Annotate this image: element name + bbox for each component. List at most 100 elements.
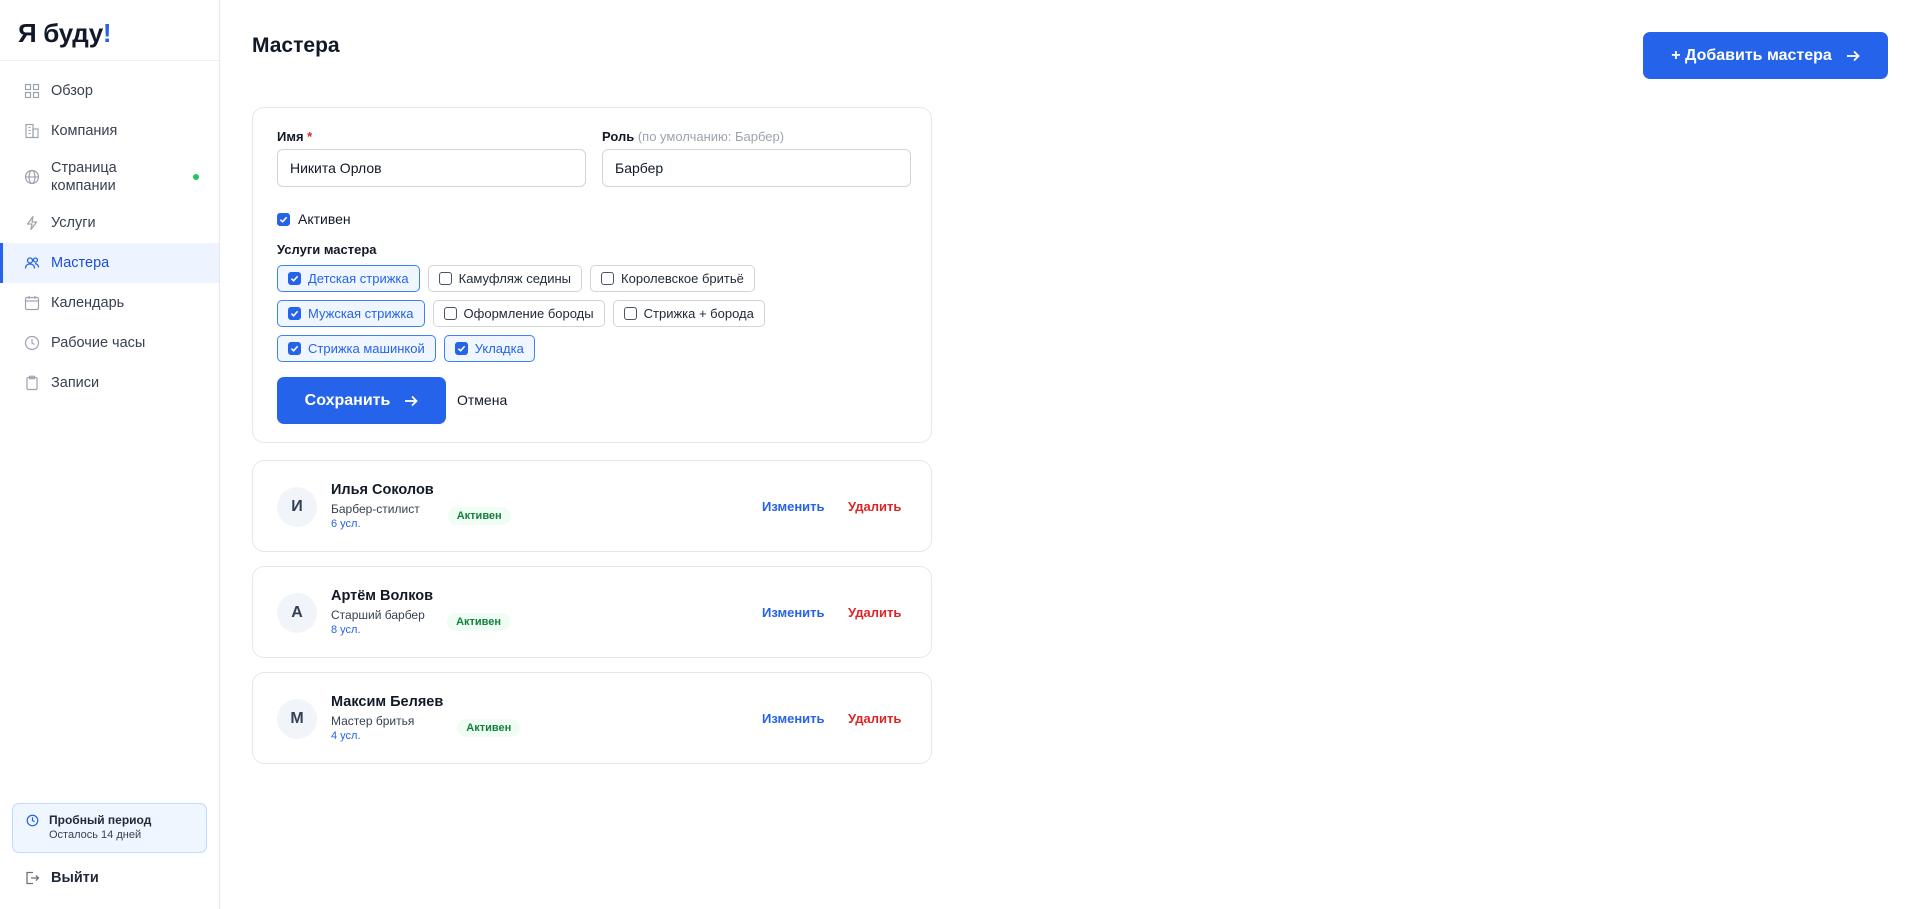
grid-icon <box>24 83 40 99</box>
add-master-button[interactable]: + Добавить мастера <box>1643 32 1888 79</box>
service-chip[interactable]: Мужская стрижка <box>277 300 425 327</box>
arrow-right-icon <box>404 394 419 408</box>
avatar: И <box>277 487 317 527</box>
sidebar-item-bookings[interactable]: Записи <box>0 363 219 403</box>
master-role: Барбер-стилист <box>331 502 420 516</box>
sidebar-item-label: Записи <box>51 375 100 391</box>
trial-banner: Пробный период Осталось 14 дней <box>12 803 207 853</box>
role-label-text: Роль <box>602 129 635 144</box>
trial-subtitle: Осталось 14 дней <box>49 829 142 841</box>
role-hint: (по умолчанию: Барбер) <box>637 129 785 144</box>
checkbox-checked-icon <box>288 342 301 355</box>
role-label: Роль (по умолчанию: Барбер) <box>602 129 784 144</box>
avatar: А <box>277 593 317 633</box>
active-label: Активен <box>298 211 351 227</box>
avatar: М <box>277 699 317 739</box>
service-chip-label: Оформление бороды <box>463 306 594 321</box>
checkbox-checked-icon <box>288 307 301 320</box>
master-info: Максим Беляев Мастер бритья 4 усл. Актив… <box>331 693 521 744</box>
name-label-text: Имя <box>277 129 304 144</box>
master-name: Максим Беляев <box>331 694 444 710</box>
service-chip[interactable]: Стрижка + борода <box>612 300 765 327</box>
status-dot <box>193 174 199 180</box>
master-name: Илья Соколов <box>331 482 434 498</box>
status-badge: Активен <box>457 718 521 737</box>
logout-label: Выйти <box>51 870 99 886</box>
service-chip-label: Стрижка машинкой <box>308 341 425 356</box>
save-button[interactable]: Сохранить <box>277 377 446 424</box>
service-chip[interactable]: Укладка <box>443 335 535 362</box>
logout-button[interactable]: Выйти <box>24 870 99 886</box>
checkbox-unchecked-icon <box>601 272 615 285</box>
delete-button[interactable]: Удалить <box>848 499 901 514</box>
role-input[interactable] <box>602 149 911 187</box>
master-role: Мастер бритья <box>331 714 415 728</box>
sidebar-item-label: Календарь <box>51 295 125 311</box>
brand-name: Я буду <box>18 18 103 48</box>
calendar-icon <box>24 295 40 311</box>
lightning-icon <box>24 215 40 231</box>
cancel-button[interactable]: Отмена <box>457 392 507 408</box>
checkbox-unchecked-icon <box>623 307 637 320</box>
brand-logo[interactable]: Я буду! <box>0 0 219 61</box>
service-chip-label: Детская стрижка <box>308 271 409 286</box>
delete-button[interactable]: Удалить <box>848 605 901 620</box>
service-chip[interactable]: Детская стрижка <box>277 265 420 292</box>
active-checkbox-row[interactable]: Активен <box>277 211 351 227</box>
master-name-row: Илья Соколов Барбер-стилист 6 усл. Актив… <box>331 481 511 532</box>
sidebar: Я буду! Обзор Компания Страница компании <box>0 0 220 909</box>
name-label: Имя * <box>277 129 312 144</box>
sidebar-item-masters[interactable]: Мастера <box>0 243 219 283</box>
edit-button[interactable]: Изменить <box>762 499 825 514</box>
master-info: Илья Соколов Барбер-стилист 6 усл. Актив… <box>331 481 511 532</box>
master-card: И Илья Соколов Барбер-стилист 6 усл. Акт… <box>252 460 932 552</box>
sidebar-item-services[interactable]: Услуги <box>0 203 219 243</box>
clock-icon <box>24 335 40 351</box>
service-chip-label: Мужская стрижка <box>308 306 414 321</box>
required-mark: * <box>307 129 313 144</box>
sidebar-item-label: Мастера <box>51 255 110 271</box>
service-chip[interactable]: Камуфляж седины <box>427 265 583 292</box>
clipboard-icon <box>24 375 40 391</box>
sidebar-item-overview[interactable]: Обзор <box>0 71 219 111</box>
master-service-count: 6 усл. <box>331 518 361 530</box>
service-chip-label: Укладка <box>474 341 524 356</box>
name-input[interactable] <box>277 149 586 187</box>
edit-button[interactable]: Изменить <box>762 711 825 726</box>
sidebar-nav: Обзор Компания Страница компании Услуги <box>0 61 219 403</box>
status-badge: Активен <box>447 612 511 631</box>
status-badge: Активен <box>447 506 511 525</box>
service-chips: Детская стрижка Камуфляж седины Королевс… <box>277 265 917 370</box>
checkbox-unchecked-icon <box>443 307 457 320</box>
sidebar-item-label: Обзор <box>51 83 93 99</box>
edit-button[interactable]: Изменить <box>762 605 825 620</box>
chip-row: Стрижка машинкой Укладка <box>277 335 917 362</box>
service-chip-label: Камуфляж седины <box>458 271 572 286</box>
sidebar-item-label: Услуги <box>51 215 96 231</box>
master-info: Артём Волков Старший барбер 8 усл. Актив… <box>331 587 511 638</box>
brand-accent: ! <box>102 18 112 48</box>
delete-button[interactable]: Удалить <box>848 711 901 726</box>
service-chip-label: Стрижка + борода <box>643 306 754 321</box>
master-name: Артём Волков <box>331 588 434 604</box>
checkbox-checked-icon <box>454 342 468 355</box>
master-name-row: Максим Беляев Мастер бритья 4 усл. Актив… <box>331 693 521 744</box>
sidebar-item-company[interactable]: Компания <box>0 111 219 151</box>
trial-title: Пробный период <box>49 813 152 827</box>
chip-row: Мужская стрижка Оформление бороды Стрижк… <box>277 300 917 327</box>
chip-row: Детская стрижка Камуфляж седины Королевс… <box>277 265 917 292</box>
active-checkbox[interactable] <box>277 212 290 226</box>
service-chip[interactable]: Королевское бритьё <box>590 265 755 292</box>
save-label: Сохранить <box>304 391 391 409</box>
users-icon <box>24 255 40 271</box>
master-role: Старший барбер <box>331 608 425 622</box>
sidebar-item-calendar[interactable]: Календарь <box>0 283 219 323</box>
sidebar-item-working-hours[interactable]: Рабочие часы <box>0 323 219 363</box>
add-master-label: + Добавить мастера <box>1671 46 1832 64</box>
globe-icon <box>24 169 40 185</box>
sidebar-item-company-page[interactable]: Страница компании <box>0 151 219 203</box>
service-chip[interactable]: Стрижка машинкой <box>277 335 436 362</box>
building-icon <box>24 123 40 139</box>
checkbox-unchecked-icon <box>438 272 452 285</box>
service-chip[interactable]: Оформление бороды <box>432 300 605 327</box>
